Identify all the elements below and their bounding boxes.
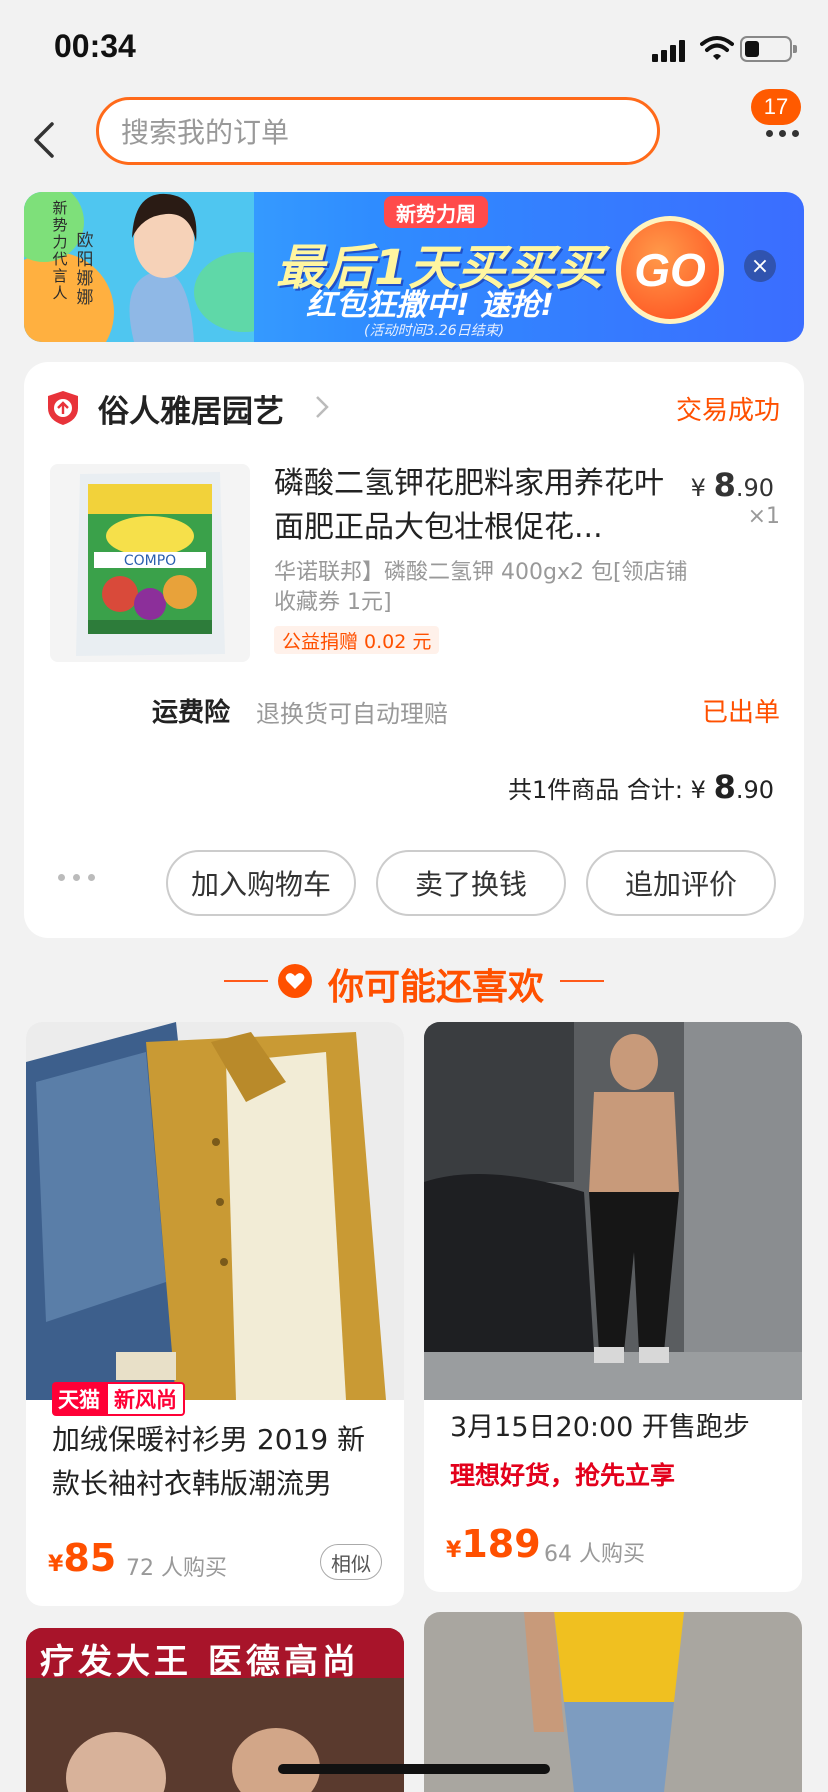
wifi-icon bbox=[700, 36, 734, 60]
promo-banner[interactable]: 新势力代言人 欧阳娜娜 新势力周 最后1天买买买 红包狂撒中! 速抢! (活动时… bbox=[24, 192, 804, 342]
sold-count: 64 人购买 bbox=[544, 1542, 645, 1567]
price-decimal: .90 bbox=[735, 474, 774, 502]
home-indicator[interactable] bbox=[278, 1764, 550, 1774]
insurance-status: 已出单 bbox=[701, 698, 780, 728]
close-icon[interactable]: × bbox=[744, 250, 776, 282]
charity-tag: 公益捐赠 0.02 元 bbox=[274, 626, 440, 654]
feed-promo: 理想好货，抢先立享 bbox=[450, 1461, 676, 1490]
banner-vertical-text: 新势力代言人 bbox=[52, 199, 68, 302]
shop-name[interactable]: 俗人雅居园艺 bbox=[98, 386, 284, 431]
enterprise-shield-icon bbox=[48, 391, 78, 425]
banner-spokesperson: 欧阳娜娜 bbox=[76, 231, 94, 308]
price-value: 85 bbox=[63, 1536, 117, 1580]
total-label: 共1件商品 合计: bbox=[508, 776, 691, 804]
currency-symbol: ¥ bbox=[446, 1538, 462, 1563]
more-actions-icon[interactable] bbox=[58, 874, 95, 881]
chevron-right-icon bbox=[316, 396, 329, 418]
resell-button[interactable]: 卖了换钱 bbox=[376, 850, 566, 916]
feed-title[interactable]: 加绒保暖衬衫男 2019 新款长袖衬衣韩版潮流男 bbox=[52, 1418, 382, 1506]
order-total: 共1件商品 合计: ¥ 8.90 bbox=[508, 768, 774, 806]
tmall-label: 天猫 bbox=[52, 1382, 106, 1416]
price-integer: 8 bbox=[713, 466, 736, 504]
battery-icon bbox=[740, 36, 797, 62]
feed-title[interactable]: 3月15日20:00 开售跑步 bbox=[450, 1406, 780, 1450]
shop-header[interactable]: 俗人雅居园艺 交易成功 bbox=[24, 362, 804, 454]
insurance-description: 退换货可自动理赔 bbox=[256, 700, 448, 728]
banner-note: (活动时间3.26日结束) bbox=[364, 323, 505, 339]
total-integer: 8 bbox=[713, 768, 736, 806]
sold-count: 72 人购买 bbox=[126, 1556, 227, 1581]
product-row[interactable]: COMPO 磷酸二氢钾花肥料家用养花叶面肥正品大包壮根促花... ¥ 8.90 … bbox=[24, 462, 804, 662]
feed-banner-text: 疗发大王 医德高尚 bbox=[40, 1642, 360, 1682]
more-icon bbox=[766, 130, 799, 137]
divider bbox=[224, 980, 268, 982]
feed-price: ¥85 bbox=[48, 1536, 116, 1580]
product-image-label: COMPO bbox=[124, 553, 176, 569]
message-badge: 17 bbox=[751, 89, 801, 125]
add-to-cart-button[interactable]: 加入购物车 bbox=[166, 850, 356, 916]
order-card: 俗人雅居园艺 交易成功 COMPO 磷酸二氢钾花肥料家用养花叶面肥正品大包壮根促… bbox=[24, 362, 804, 938]
tmall-badge: 天猫 新风尚 bbox=[52, 1382, 185, 1416]
action-row: 加入购物车 卖了换钱 追加评价 bbox=[24, 850, 804, 916]
currency-symbol: ¥ bbox=[48, 1552, 64, 1577]
heart-icon bbox=[278, 964, 312, 998]
back-icon[interactable] bbox=[24, 110, 64, 170]
product-title[interactable]: 磷酸二氢钾花肥料家用养花叶面肥正品大包壮根促花... bbox=[274, 462, 674, 550]
go-button[interactable]: GO bbox=[616, 216, 724, 324]
divider bbox=[560, 980, 604, 982]
similar-button[interactable]: 相似 bbox=[320, 1544, 382, 1580]
price-value: 189 bbox=[461, 1522, 541, 1566]
add-review-button[interactable]: 追加评价 bbox=[586, 850, 776, 916]
search-placeholder: 搜索我的订单 bbox=[121, 116, 290, 149]
search-input[interactable]: 搜索我的订单 bbox=[96, 97, 660, 165]
product-quantity: ×1 bbox=[747, 504, 780, 529]
feed-card[interactable]: 3月15日20:00 开售跑步 理想好货，抢先立享 ¥189 64 人购买 bbox=[424, 1022, 802, 1592]
order-status: 交易成功 bbox=[675, 396, 780, 426]
insurance-row[interactable]: 运费险 退换货可自动理赔 已出单 bbox=[24, 684, 804, 734]
price-symbol: ¥ bbox=[690, 474, 706, 502]
feed-price: ¥189 bbox=[446, 1522, 541, 1566]
status-time: 00:34 bbox=[54, 28, 136, 64]
recommendations-title: 你可能还喜欢 bbox=[328, 967, 545, 1008]
product-image[interactable] bbox=[424, 1022, 802, 1400]
banner-subline: 红包狂撒中! 速抢! bbox=[306, 288, 554, 323]
product-sku: 华诺联邦】磷酸二氢钾 400gx2 包[领店铺收藏券 1元] bbox=[274, 560, 688, 615]
banner-tag: 新势力周 bbox=[384, 196, 488, 228]
recommendations-header: 你可能还喜欢 bbox=[0, 950, 828, 1010]
signal-icon bbox=[652, 38, 690, 62]
status-bar: 00:34 bbox=[0, 0, 828, 96]
total-decimal: .90 bbox=[735, 776, 774, 804]
product-price: ¥ 8.90 bbox=[691, 466, 774, 504]
more-button[interactable]: 17 bbox=[751, 89, 814, 160]
feed-card[interactable]: 天猫 新风尚 加绒保暖衬衫男 2019 新款长袖衬衣韩版潮流男 ¥85 72 人… bbox=[26, 1022, 404, 1606]
total-symbol: ¥ bbox=[690, 776, 714, 804]
product-image[interactable] bbox=[26, 1022, 404, 1400]
insurance-title: 运费险 bbox=[152, 698, 231, 728]
top-nav: 搜索我的订单 17 bbox=[0, 89, 828, 192]
new-style-label: 新风尚 bbox=[106, 1382, 185, 1416]
product-image[interactable]: COMPO bbox=[50, 464, 250, 662]
